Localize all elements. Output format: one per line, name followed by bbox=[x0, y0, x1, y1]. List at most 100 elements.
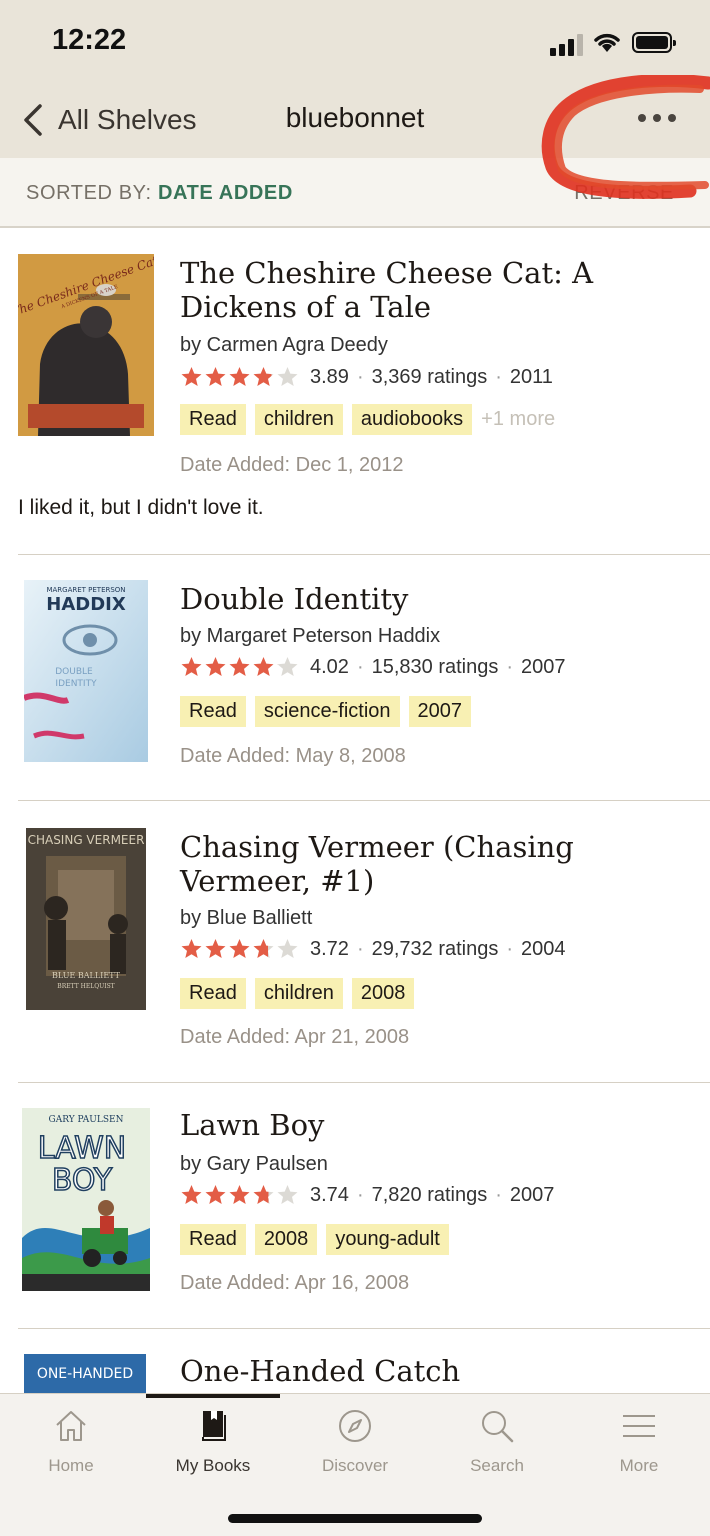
publication-year: 2007 bbox=[509, 1183, 555, 1206]
book-title[interactable]: Double Identity bbox=[180, 582, 700, 616]
book-title[interactable]: One-Handed Catch bbox=[180, 1354, 700, 1388]
tab-discover[interactable]: Discover bbox=[284, 1394, 426, 1494]
average-rating: 3.74 bbox=[310, 1183, 349, 1206]
shelf-tags: Read 2008 young-adult bbox=[180, 1223, 458, 1255]
shelf-tag[interactable]: 2007 bbox=[408, 695, 472, 727]
tab-label: My Books bbox=[175, 1456, 251, 1475]
cover-title-text: IDENTITY bbox=[55, 679, 97, 689]
star-icon bbox=[205, 1185, 226, 1204]
book-item[interactable]: MARGARET PETERSON HADDIX DOUBLE IDENTITY… bbox=[18, 580, 710, 780]
star-icon bbox=[229, 939, 250, 958]
book-author[interactable]: by Gary Paulsen bbox=[180, 1153, 328, 1176]
book-item[interactable]: ONE-HANDED One-Handed Catch bbox=[18, 1354, 710, 1393]
sort-option-button[interactable]: DATE ADDED bbox=[158, 182, 293, 205]
home-icon bbox=[56, 1411, 86, 1441]
shelf-tag[interactable]: Read bbox=[180, 403, 246, 435]
date-added: Date Added: Apr 21, 2008 bbox=[180, 1026, 410, 1048]
star-rating bbox=[180, 938, 300, 960]
book-author[interactable]: by Carmen Agra Deedy bbox=[180, 334, 388, 357]
divider bbox=[18, 800, 710, 801]
book-title[interactable]: Lawn Boy bbox=[180, 1108, 700, 1142]
book-icon bbox=[202, 1411, 226, 1441]
star-icon bbox=[181, 1185, 202, 1204]
battery-icon bbox=[632, 32, 676, 53]
cover-author-text: GARY PAULSEN bbox=[49, 1115, 124, 1125]
star-rating bbox=[180, 366, 300, 388]
cover-author-text: BLUE BALLIETT bbox=[52, 971, 121, 980]
top-bar: 12:22 All Shelves bluebonnet bbox=[0, 0, 710, 158]
cover-title-text: CHASING VERMEER bbox=[28, 833, 145, 847]
rating-row: 4.02 · 15,830 ratings · 2007 bbox=[180, 654, 566, 680]
date-added: Date Added: Apr 16, 2008 bbox=[180, 1272, 410, 1294]
shelf-tags: Read science-fiction 2007 bbox=[180, 695, 480, 727]
more-options-icon[interactable] bbox=[634, 106, 680, 130]
home-indicator bbox=[228, 1514, 482, 1523]
book-title[interactable]: The Cheshire Cheese Cat: A Dickens of a … bbox=[180, 256, 700, 324]
tab-search[interactable]: Search bbox=[426, 1394, 568, 1494]
shelf-tag[interactable]: Read bbox=[180, 695, 246, 727]
book-title[interactable]: Chasing Vermeer (Chasing Vermeer, #1) bbox=[180, 830, 700, 898]
shelf-tag[interactable]: children bbox=[254, 403, 343, 435]
publication-year: 2007 bbox=[521, 655, 566, 678]
book-item[interactable]: The Cheshire Cheese Cat A DICKENS OF A T… bbox=[18, 254, 710, 524]
book-author[interactable]: by Margaret Peterson Haddix bbox=[180, 625, 440, 648]
cover-illustrator-text: BRETT HELQUIST bbox=[57, 983, 114, 990]
shelf-tag[interactable]: science-fiction bbox=[254, 695, 400, 727]
ratings-count: 3,369 ratings bbox=[371, 365, 488, 388]
shelf-tags: Read children 2008 bbox=[180, 977, 423, 1009]
shelf-tag[interactable]: young-adult bbox=[326, 1223, 449, 1255]
average-rating: 3.72 bbox=[310, 937, 349, 960]
book-cover[interactable]: ONE-HANDED bbox=[24, 1354, 146, 1393]
sort-bar: SORTED BY: DATE ADDED REVERSE bbox=[0, 158, 710, 228]
star-icon bbox=[205, 367, 226, 386]
publication-year: 2011 bbox=[509, 365, 553, 388]
book-item[interactable]: CHASING VERMEER BLUE BALLIETT BRETT HELQ… bbox=[18, 828, 710, 1058]
book-item[interactable]: GARY PAULSEN LAWN BOY Lawn Boy by Gary P… bbox=[18, 1108, 710, 1308]
book-cover[interactable]: The Cheshire Cheese Cat A DICKENS OF A T… bbox=[18, 254, 154, 436]
book-cover[interactable]: CHASING VERMEER BLUE BALLIETT BRETT HELQ… bbox=[26, 828, 146, 1010]
menu-icon bbox=[623, 1415, 655, 1437]
cover-author-name: HADDIX bbox=[46, 594, 126, 615]
shelf-tag[interactable]: 2008 bbox=[351, 977, 415, 1009]
cover-title-text: ONE-HANDED bbox=[37, 1366, 133, 1382]
star-icon bbox=[181, 657, 202, 676]
star-icon bbox=[229, 1185, 250, 1204]
tab-label: More bbox=[619, 1456, 659, 1475]
cover-title-text: The Cheshire Cheese Cat bbox=[18, 254, 154, 319]
shelf-tag[interactable]: Read bbox=[180, 977, 246, 1009]
average-rating: 3.89 bbox=[310, 365, 349, 388]
reverse-sort-button[interactable]: REVERSE bbox=[574, 182, 674, 205]
shelf-tag[interactable]: 2008 bbox=[254, 1223, 318, 1255]
star-icon bbox=[277, 367, 298, 386]
tab-label: Home bbox=[48, 1456, 94, 1475]
shelf-tag[interactable]: children bbox=[254, 977, 343, 1009]
ratings-count: 15,830 ratings bbox=[371, 655, 499, 678]
status-time: 12:22 bbox=[52, 24, 127, 56]
ratings-count: 7,820 ratings bbox=[371, 1183, 488, 1206]
divider bbox=[18, 1082, 710, 1083]
more-tags-link[interactable]: +1 more bbox=[481, 408, 555, 431]
star-icon bbox=[277, 939, 298, 958]
publication-year: 2004 bbox=[521, 937, 566, 960]
compass-icon bbox=[339, 1410, 371, 1442]
star-icon bbox=[181, 367, 202, 386]
page-title: bluebonnet bbox=[285, 102, 425, 133]
tab-home[interactable]: Home bbox=[0, 1394, 142, 1494]
shelf-tag[interactable]: audiobooks bbox=[351, 403, 473, 435]
shelf-tag[interactable]: Read bbox=[180, 1223, 246, 1255]
tab-label: Search bbox=[470, 1456, 524, 1475]
book-cover[interactable]: MARGARET PETERSON HADDIX DOUBLE IDENTITY bbox=[24, 580, 148, 762]
book-cover[interactable]: GARY PAULSEN LAWN BOY bbox=[22, 1108, 150, 1291]
tab-my-books[interactable]: My Books bbox=[142, 1394, 284, 1494]
cover-title-text: LAWN bbox=[38, 1131, 126, 1166]
book-author[interactable]: by Blue Balliett bbox=[180, 907, 312, 930]
divider bbox=[18, 1328, 710, 1329]
average-rating: 4.02 bbox=[310, 655, 349, 678]
tab-more[interactable]: More bbox=[568, 1394, 710, 1494]
rating-row: 3.74 · 7,820 ratings · 2007 bbox=[180, 1182, 554, 1208]
date-added: Date Added: Dec 1, 2012 bbox=[180, 454, 404, 476]
sort-label: SORTED BY: bbox=[26, 182, 152, 204]
star-icon bbox=[277, 657, 298, 676]
rating-row: 3.89 · 3,369 ratings · 2011 bbox=[180, 364, 553, 390]
star-icon bbox=[229, 367, 250, 386]
